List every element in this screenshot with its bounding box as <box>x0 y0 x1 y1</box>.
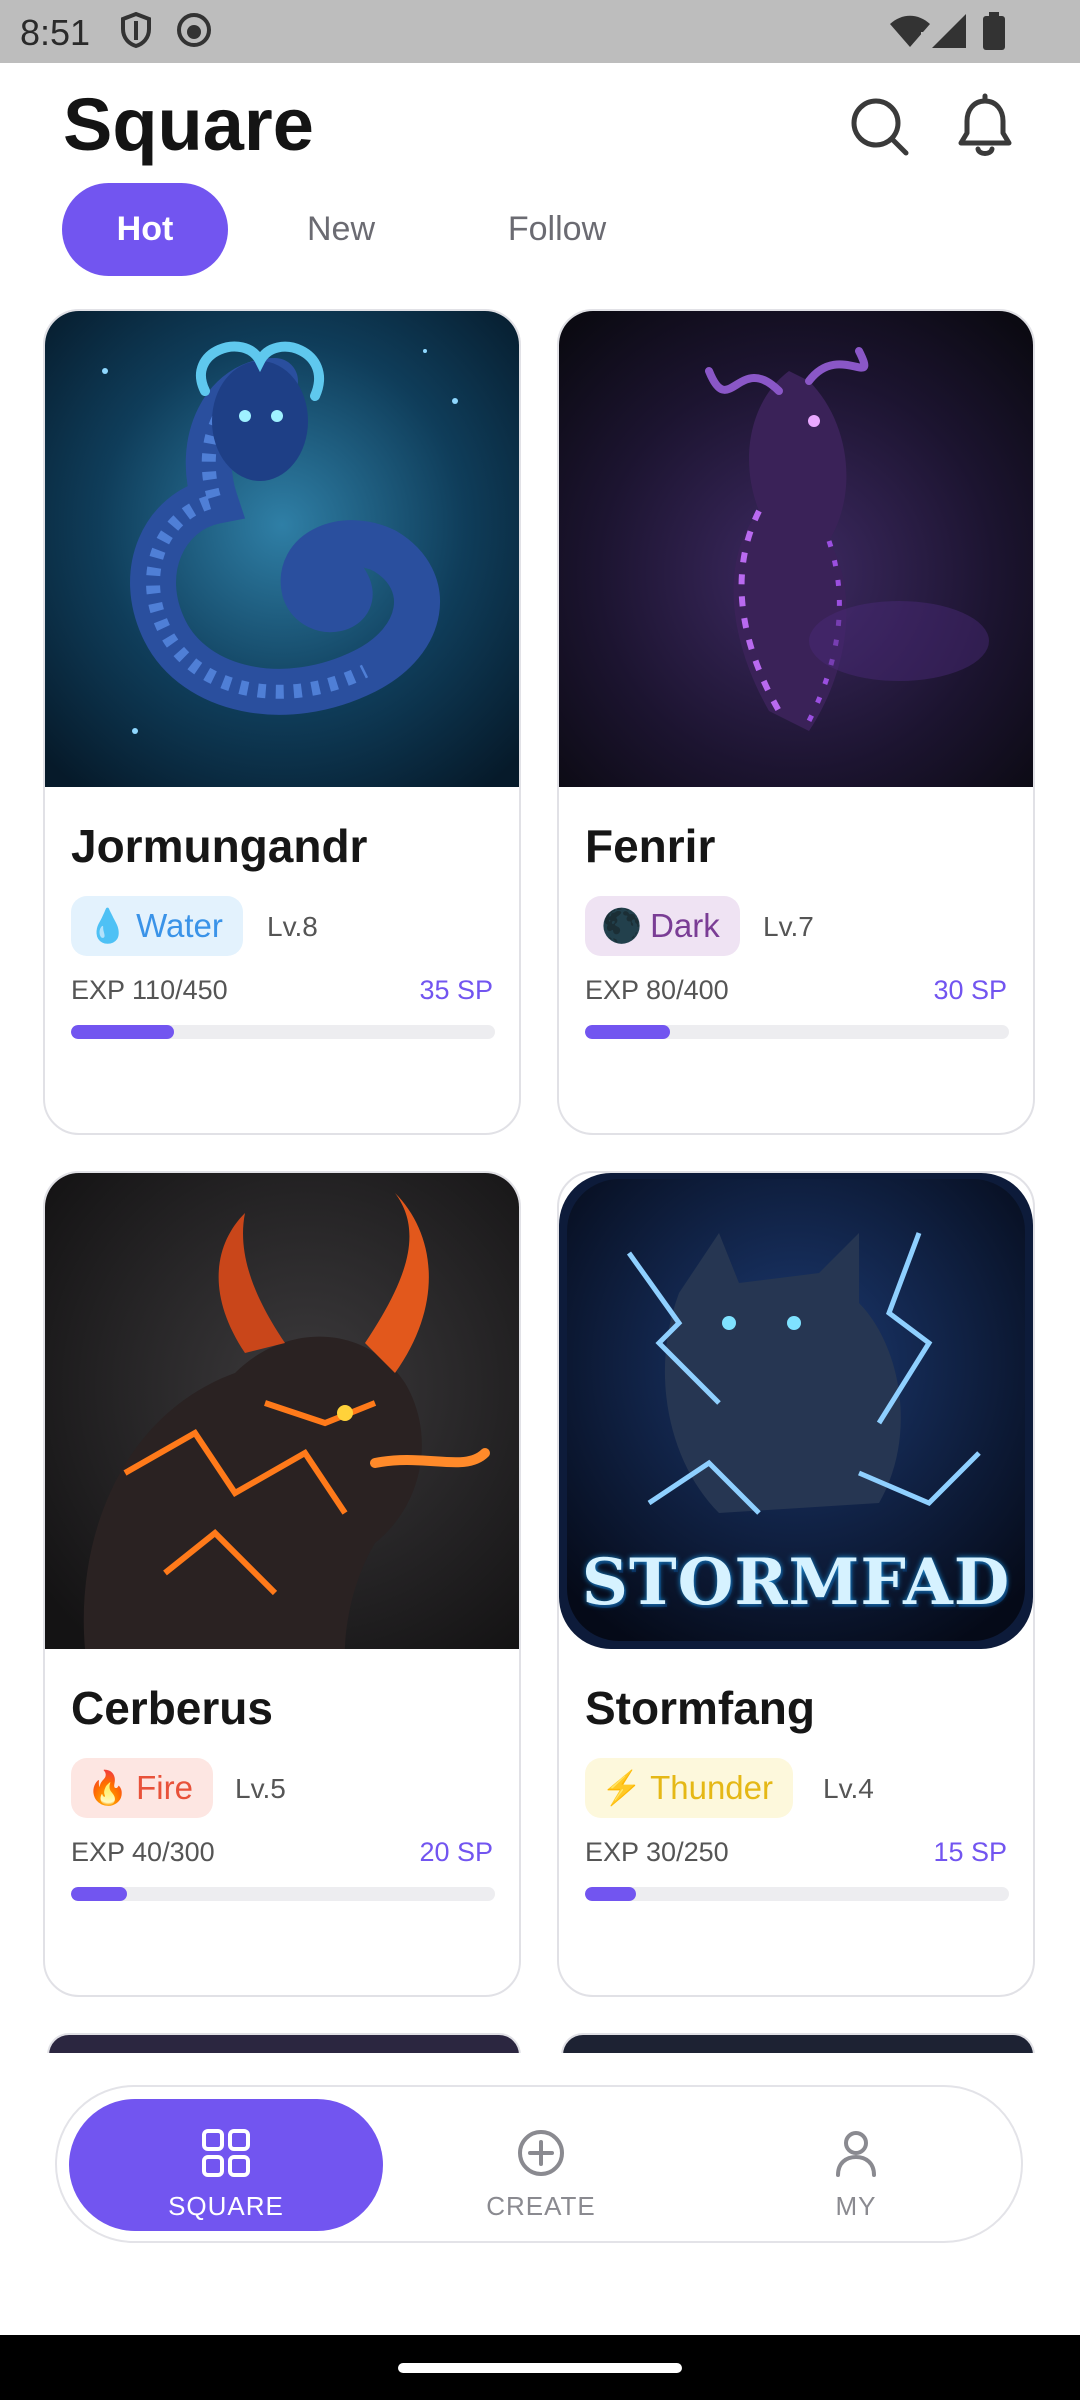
water-drop-icon: 💧 <box>87 907 129 944</box>
exp-progress-bar <box>585 1887 1009 1901</box>
nav-my[interactable]: MY <box>699 2099 1013 2231</box>
creature-name: Stormfang <box>585 1682 815 1734</box>
creature-name: Fenrir <box>585 820 716 872</box>
element-badge: 💧 Water <box>71 896 243 956</box>
grid-icon <box>202 2129 250 2177</box>
creature-card[interactable]: STORMFAD Stormfang ⚡ Thunder Lv.4 EXP 30/… <box>557 1171 1035 1997</box>
element-label: Fire <box>136 1769 193 1806</box>
nav-label: SQUARE <box>168 2191 284 2221</box>
exp-label: EXP 30/250 <box>585 1837 729 1867</box>
nav-label: MY <box>835 2191 877 2221</box>
creature-image <box>45 311 519 787</box>
creature-name: Jormungandr <box>71 820 368 872</box>
search-icon[interactable] <box>846 93 914 161</box>
lightning-icon: ⚡ <box>601 1769 643 1806</box>
creature-card-partial[interactable] <box>47 2033 521 2055</box>
battery-icon <box>983 12 1005 50</box>
element-label: Thunder <box>650 1769 774 1806</box>
level-label: Lv.7 <box>763 911 814 942</box>
wifi-icon <box>890 15 930 47</box>
nav-square[interactable]: SQUARE <box>69 2099 383 2231</box>
creature-card[interactable]: Fenrir 🌑 Dark Lv.7 EXP 80/400 30 SP <box>557 309 1035 1135</box>
vpn-shield-icon <box>121 12 151 48</box>
exp-progress-bar <box>71 1887 495 1901</box>
nav-label: CREATE <box>486 2191 596 2221</box>
signal-icon <box>932 14 966 48</box>
exp-progress-bar <box>585 1025 1009 1039</box>
exp-progress-fill <box>71 1025 175 1039</box>
exp-progress-fill <box>585 1887 636 1901</box>
page-title: Square <box>63 83 314 166</box>
level-label: Lv.5 <box>235 1773 286 1804</box>
exp-progress-bar <box>71 1025 495 1039</box>
sp-label: 20 SP <box>419 1837 493 1867</box>
exp-label: EXP 80/400 <box>585 975 729 1005</box>
creature-image <box>559 311 1033 787</box>
sp-label: 35 SP <box>419 975 493 1005</box>
fire-icon: 🔥 <box>87 1769 129 1806</box>
exp-label: EXP 110/450 <box>71 975 228 1005</box>
creature-name: Cerberus <box>71 1682 273 1734</box>
app-notification-icon <box>177 13 211 47</box>
bottom-navigation: SQUARE CREATE MY <box>55 2085 1023 2243</box>
element-label: Dark <box>650 907 720 944</box>
level-label: Lv.8 <box>267 911 318 942</box>
status-time: 8:51 <box>20 12 91 53</box>
element-badge: 🔥 Fire <box>71 1758 213 1818</box>
creature-card[interactable]: Cerberus 🔥 Fire Lv.5 EXP 40/300 20 SP <box>43 1171 521 1997</box>
plus-circle-icon <box>518 2130 564 2176</box>
notification-bell-icon[interactable] <box>951 93 1019 161</box>
element-badge: 🌑 Dark <box>585 896 740 956</box>
level-label: Lv.4 <box>823 1773 874 1804</box>
nav-create[interactable]: CREATE <box>384 2099 698 2231</box>
element-badge: ⚡ Thunder <box>585 1758 794 1818</box>
tab-hot[interactable]: Hot <box>62 183 228 276</box>
creature-image <box>45 1173 519 1649</box>
creature-card-partial[interactable] <box>561 2033 1035 2055</box>
element-label: Water <box>136 907 223 944</box>
exp-progress-fill <box>585 1025 670 1039</box>
status-bar: 8:51 <box>0 0 1080 63</box>
dark-moon-icon: 🌑 <box>601 907 643 944</box>
sp-label: 30 SP <box>933 975 1007 1005</box>
exp-label: EXP 40/300 <box>71 1837 215 1867</box>
sp-label: 15 SP <box>933 1837 1007 1867</box>
art-title-text: STORMFAD <box>581 1545 1011 1620</box>
tab-new[interactable]: New <box>258 183 424 276</box>
home-gesture-handle[interactable] <box>398 2363 682 2373</box>
person-icon <box>836 2131 876 2177</box>
tab-follow[interactable]: Follow <box>464 183 650 276</box>
exp-progress-fill <box>71 1887 128 1901</box>
creature-card[interactable]: Jormungandr 💧 Water Lv.8 EXP 110/450 35 S… <box>43 309 521 1135</box>
